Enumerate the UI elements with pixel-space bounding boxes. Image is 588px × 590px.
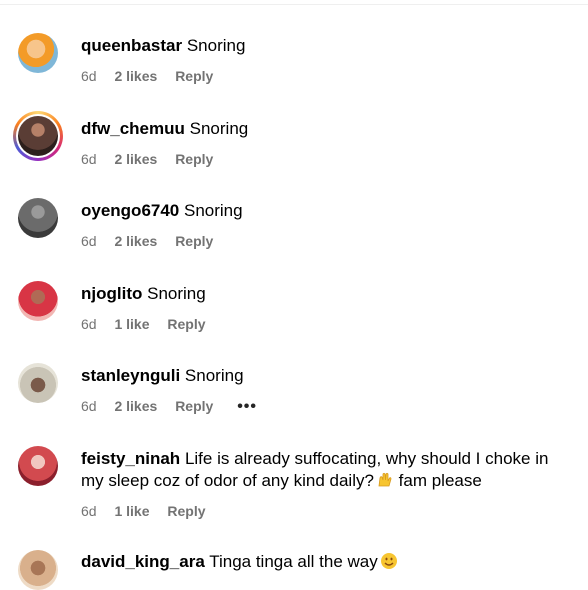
- comment-username[interactable]: david_king_ara: [81, 552, 205, 571]
- comment-body: Snoring: [189, 119, 249, 138]
- comment-username[interactable]: oyengo6740: [81, 201, 179, 220]
- comment-body-tail: fam please: [393, 471, 482, 490]
- comment-meta: 6d 2 likes Reply: [81, 233, 227, 249]
- comment-likes[interactable]: 1 like: [114, 503, 149, 519]
- reply-button[interactable]: Reply: [167, 503, 205, 519]
- comment-body: Tinga tinga all the way: [209, 552, 378, 571]
- avatar[interactable]: [18, 446, 58, 486]
- avatar[interactable]: [18, 198, 58, 238]
- reply-button[interactable]: Reply: [175, 151, 213, 167]
- comment-meta: 6d 1 like Reply: [81, 316, 220, 332]
- comment-meta: 6d 1 like Reply: [81, 503, 220, 519]
- comment-text: queenbastar Snoring: [81, 35, 561, 57]
- comment-likes[interactable]: 2 likes: [114, 233, 157, 249]
- raised-hands-emoji-icon: [378, 472, 392, 487]
- comment-username[interactable]: dfw_chemuu: [81, 119, 185, 138]
- comment-text: oyengo6740 Snoring: [81, 200, 561, 222]
- comment-username[interactable]: feisty_ninah: [81, 449, 180, 468]
- comment-time[interactable]: 6d: [81, 503, 97, 519]
- comment-username[interactable]: stanleynguli: [81, 366, 180, 385]
- comment-likes[interactable]: 2 likes: [114, 398, 157, 414]
- comment-body: Snoring: [186, 36, 246, 55]
- comment-time[interactable]: 6d: [81, 68, 97, 84]
- comment-text: njoglito Snoring: [81, 283, 561, 305]
- comment-text: david_king_ara Tinga tinga all the way: [81, 551, 561, 573]
- reply-button[interactable]: Reply: [167, 316, 205, 332]
- comment-text: stanleynguli Snoring: [81, 365, 561, 387]
- comment-likes[interactable]: 2 likes: [114, 68, 157, 84]
- avatar-story-ring[interactable]: [13, 111, 63, 161]
- comment-time[interactable]: 6d: [81, 398, 97, 414]
- comment-text: feisty_ninah Life is already suffocating…: [81, 448, 561, 492]
- more-options-icon[interactable]: •••: [237, 398, 257, 415]
- avatar: [18, 116, 58, 156]
- reply-button[interactable]: Reply: [175, 68, 213, 84]
- top-divider: [0, 4, 588, 5]
- reply-button[interactable]: Reply: [175, 233, 213, 249]
- comment-time[interactable]: 6d: [81, 233, 97, 249]
- comment-meta: 6d 2 likes Reply: [81, 68, 227, 84]
- comment-meta: 6d 2 likes Reply •••: [81, 398, 271, 416]
- comment-likes[interactable]: 1 like: [114, 316, 149, 332]
- comment-username[interactable]: queenbastar: [81, 36, 182, 55]
- comment-username[interactable]: njoglito: [81, 284, 142, 303]
- comment-time[interactable]: 6d: [81, 316, 97, 332]
- comment-body: Snoring: [147, 284, 206, 303]
- avatar[interactable]: [18, 550, 58, 590]
- avatar[interactable]: [18, 281, 58, 321]
- comment-body: Snoring: [184, 366, 244, 385]
- avatar[interactable]: [18, 363, 58, 403]
- comment-time[interactable]: 6d: [81, 151, 97, 167]
- avatar[interactable]: [18, 33, 58, 73]
- comment-likes[interactable]: 2 likes: [114, 151, 157, 167]
- reply-button[interactable]: Reply: [175, 398, 213, 414]
- comment-text: dfw_chemuu Snoring: [81, 118, 561, 140]
- comment-body: Snoring: [184, 201, 243, 220]
- smiling-face-emoji-icon: [380, 553, 397, 569]
- comment-meta: 6d 2 likes Reply: [81, 151, 227, 167]
